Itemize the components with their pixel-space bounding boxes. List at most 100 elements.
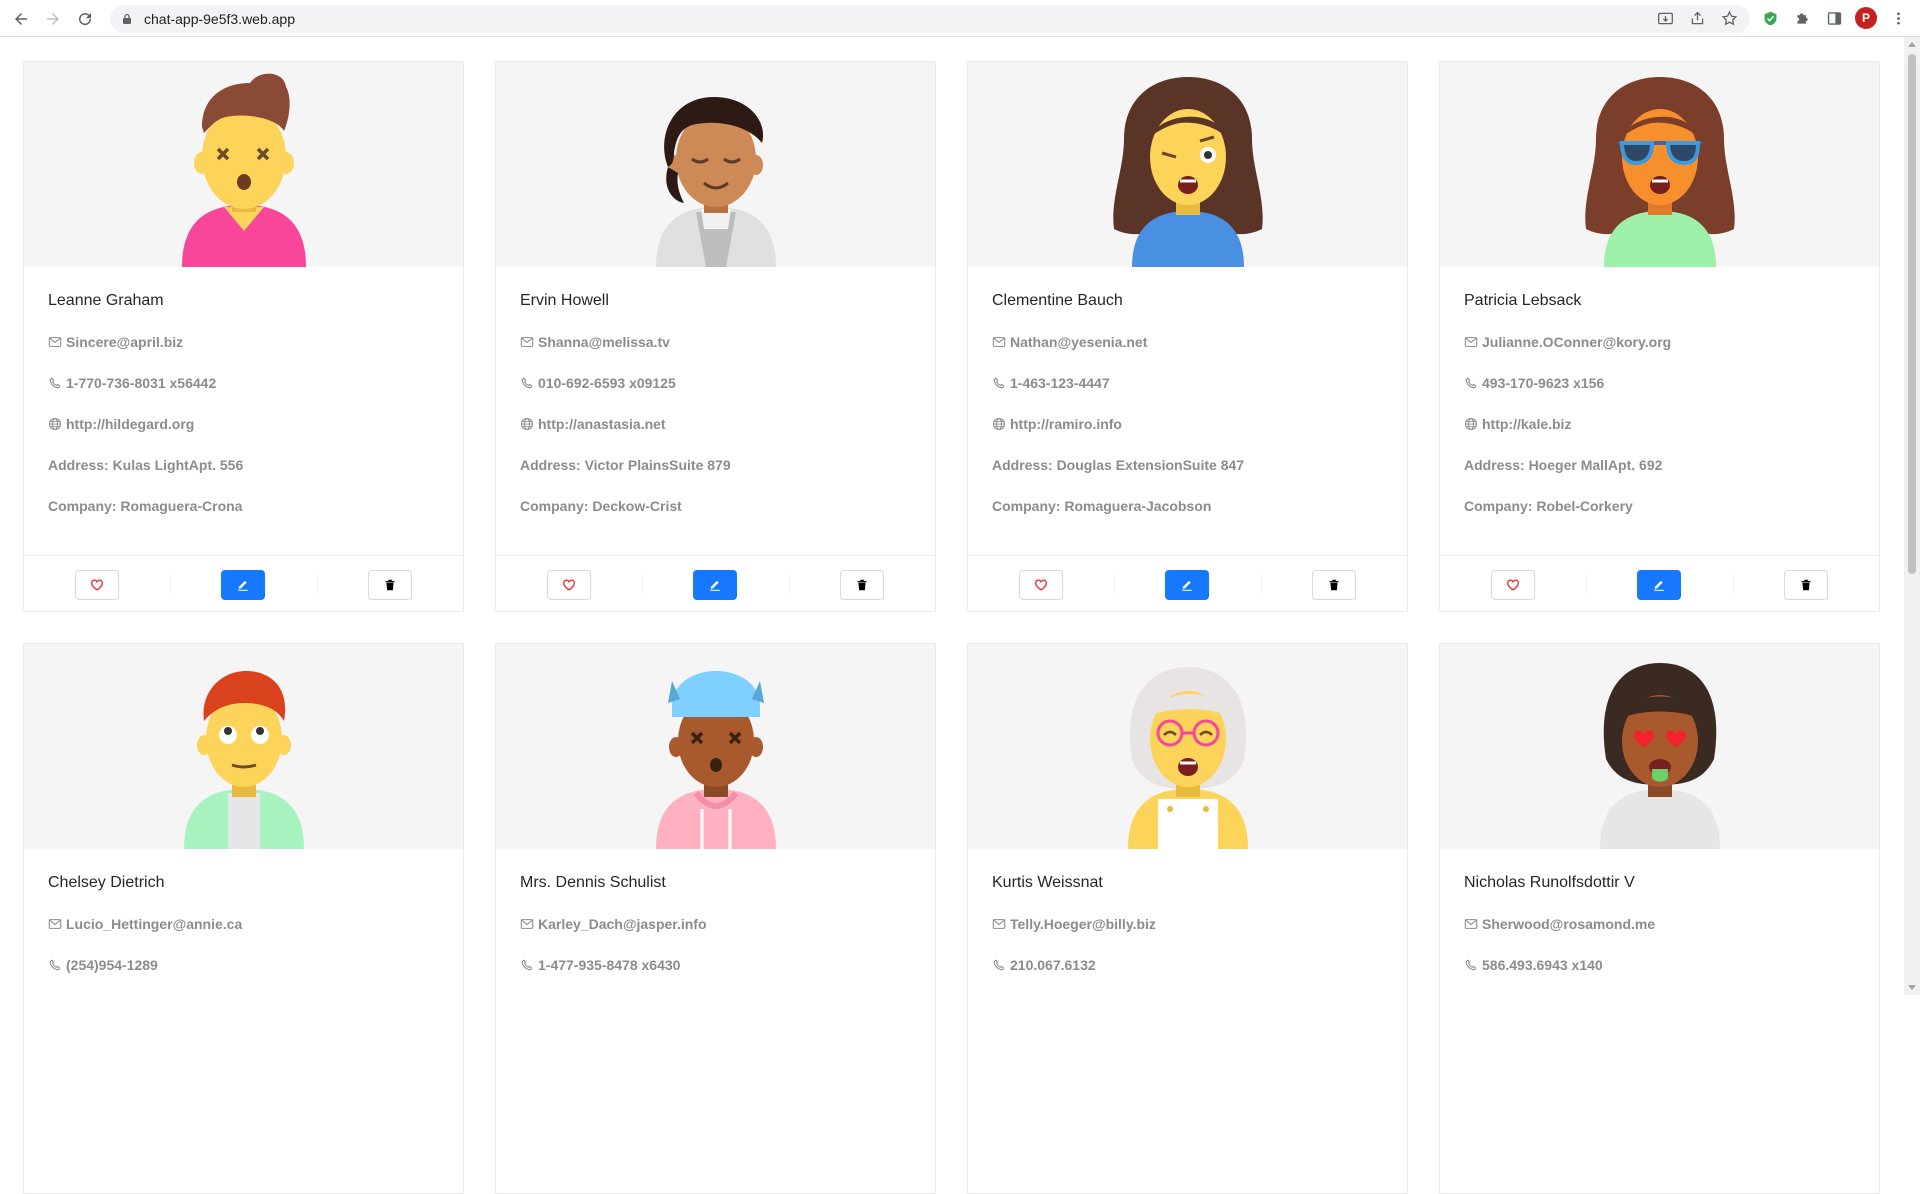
avatar-illustration xyxy=(1112,77,1263,267)
page-scrollbar[interactable] xyxy=(1904,37,1920,995)
phone-text: 010-692-6593 x09125 xyxy=(538,375,676,391)
chrome-menu-button[interactable] xyxy=(1888,8,1908,28)
user-phone: 1-463-123-4447 xyxy=(992,373,1383,393)
phone-text: 210.067.6132 xyxy=(1010,957,1096,973)
kebab-menu-icon xyxy=(1896,11,1900,25)
globe-icon xyxy=(1464,417,1478,431)
scroll-thumb[interactable] xyxy=(1908,54,1916,574)
phone-text: 493-170-9623 x156 xyxy=(1482,375,1605,391)
heart-icon xyxy=(1506,578,1520,592)
email-text: Karley_Dach@jasper.info xyxy=(538,916,707,932)
avatar-cover xyxy=(968,62,1407,267)
mail-icon xyxy=(1464,335,1478,349)
globe-icon xyxy=(48,417,62,431)
user-email: Julianne.OConner@kory.org xyxy=(1464,332,1855,352)
share-icon xyxy=(1691,11,1703,24)
edit-icon xyxy=(708,578,722,592)
address-bar[interactable]: chat-app-9e5f3.web.app xyxy=(110,5,1750,33)
mail-icon xyxy=(1464,917,1478,931)
user-website: http://anastasia.net xyxy=(520,414,911,434)
profile-avatar[interactable]: P xyxy=(1855,7,1877,29)
phone-icon xyxy=(48,376,62,390)
lock-icon xyxy=(123,13,131,24)
user-name: Ervin Howell xyxy=(520,292,609,309)
user-email: Telly.Hoeger@billy.biz xyxy=(992,914,1383,934)
user-address: Address: Kulas LightApt. 556 xyxy=(48,457,244,473)
user-phone: 586.493.6943 x140 xyxy=(1464,955,1855,975)
reload-icon xyxy=(79,13,92,26)
avatar-cover xyxy=(24,62,463,267)
action-cell-like xyxy=(24,556,170,611)
phone-icon xyxy=(992,376,1006,390)
card-body: Ervin Howell Shanna@melissa.tv 010-692-6… xyxy=(496,267,935,552)
delete-icon xyxy=(383,578,397,592)
user-company: Company: Romaguera-Crona xyxy=(48,498,243,514)
edit-button[interactable] xyxy=(1637,569,1682,600)
like-button[interactable] xyxy=(75,569,120,600)
edit-icon xyxy=(1180,578,1194,592)
install-icon xyxy=(1657,12,1673,24)
user-email: Sherwood@rosamond.me xyxy=(1464,914,1855,934)
edit-button[interactable] xyxy=(693,569,738,600)
heart-icon xyxy=(1034,578,1048,592)
user-card-grid: Leanne Graham Sincere@april.biz 1-770-73… xyxy=(23,61,1881,1194)
share-button[interactable] xyxy=(1687,8,1707,28)
extensions-button[interactable] xyxy=(1792,8,1812,28)
user-website: http://ramiro.info xyxy=(992,414,1383,434)
action-cell-like xyxy=(496,556,642,611)
user-name: Clementine Bauch xyxy=(992,292,1123,309)
heart-icon xyxy=(562,578,576,592)
side-panel-button[interactable] xyxy=(1824,8,1844,28)
user-card: Leanne Graham Sincere@april.biz 1-770-73… xyxy=(23,61,464,612)
mail-icon xyxy=(520,917,534,931)
mail-icon xyxy=(992,917,1006,931)
action-cell-like xyxy=(1440,556,1586,611)
user-company: Company: Romaguera-Jacobson xyxy=(992,498,1212,514)
user-email: Lucio_Hettinger@annie.ca xyxy=(48,914,439,934)
user-card: Mrs. Dennis Schulist Karley_Dach@jasper.… xyxy=(495,643,936,1194)
delete-icon xyxy=(855,578,869,592)
email-text: Julianne.OConner@kory.org xyxy=(1482,334,1672,350)
phone-icon xyxy=(1464,958,1478,972)
email-text: Sincere@april.biz xyxy=(66,334,184,350)
user-name: Chelsey Dietrich xyxy=(48,874,165,891)
delete-button[interactable] xyxy=(367,569,412,600)
edit-button[interactable] xyxy=(1165,569,1210,600)
edit-icon xyxy=(1652,578,1666,592)
website-text: http://hildegard.org xyxy=(66,416,195,432)
delete-button[interactable] xyxy=(1783,569,1828,600)
user-phone: 1-770-736-8031 x56442 xyxy=(48,373,439,393)
user-card: Clementine Bauch Nathan@yesenia.net 1-46… xyxy=(967,61,1408,612)
delete-button[interactable] xyxy=(1311,569,1356,600)
action-cell-edit xyxy=(170,556,316,611)
back-button[interactable] xyxy=(8,6,34,32)
shield-extension-button[interactable] xyxy=(1760,8,1780,28)
user-email: Sincere@april.biz xyxy=(48,332,439,352)
card-actions xyxy=(24,555,463,611)
card-actions xyxy=(496,555,935,611)
user-name: Kurtis Weissnat xyxy=(992,874,1103,891)
phone-text: (254)954-1289 xyxy=(66,957,158,973)
like-button[interactable] xyxy=(547,569,592,600)
edit-button[interactable] xyxy=(221,569,266,600)
scroll-down-arrow[interactable] xyxy=(1908,985,1916,990)
reload-button[interactable] xyxy=(72,6,98,32)
install-app-button[interactable] xyxy=(1655,8,1675,28)
scroll-up-arrow[interactable] xyxy=(1908,42,1916,47)
like-button[interactable] xyxy=(1019,569,1064,600)
avatar-cover xyxy=(496,644,935,849)
mail-icon xyxy=(520,335,534,349)
mail-icon xyxy=(48,335,62,349)
email-text: Nathan@yesenia.net xyxy=(1010,334,1148,350)
forward-button[interactable] xyxy=(40,6,66,32)
user-card: Patricia Lebsack Julianne.OConner@kory.o… xyxy=(1439,61,1880,612)
action-cell-edit xyxy=(1114,556,1260,611)
phone-icon xyxy=(520,958,534,972)
email-text: Lucio_Hettinger@annie.ca xyxy=(66,916,243,932)
url-text: chat-app-9e5f3.web.app xyxy=(144,11,295,27)
card-body: Mrs. Dennis Schulist Karley_Dach@jasper.… xyxy=(496,849,935,1134)
delete-button[interactable] xyxy=(839,569,884,600)
like-button[interactable] xyxy=(1491,569,1536,600)
user-card: Kurtis Weissnat Telly.Hoeger@billy.biz 2… xyxy=(967,643,1408,1194)
bookmark-button[interactable] xyxy=(1719,8,1739,28)
